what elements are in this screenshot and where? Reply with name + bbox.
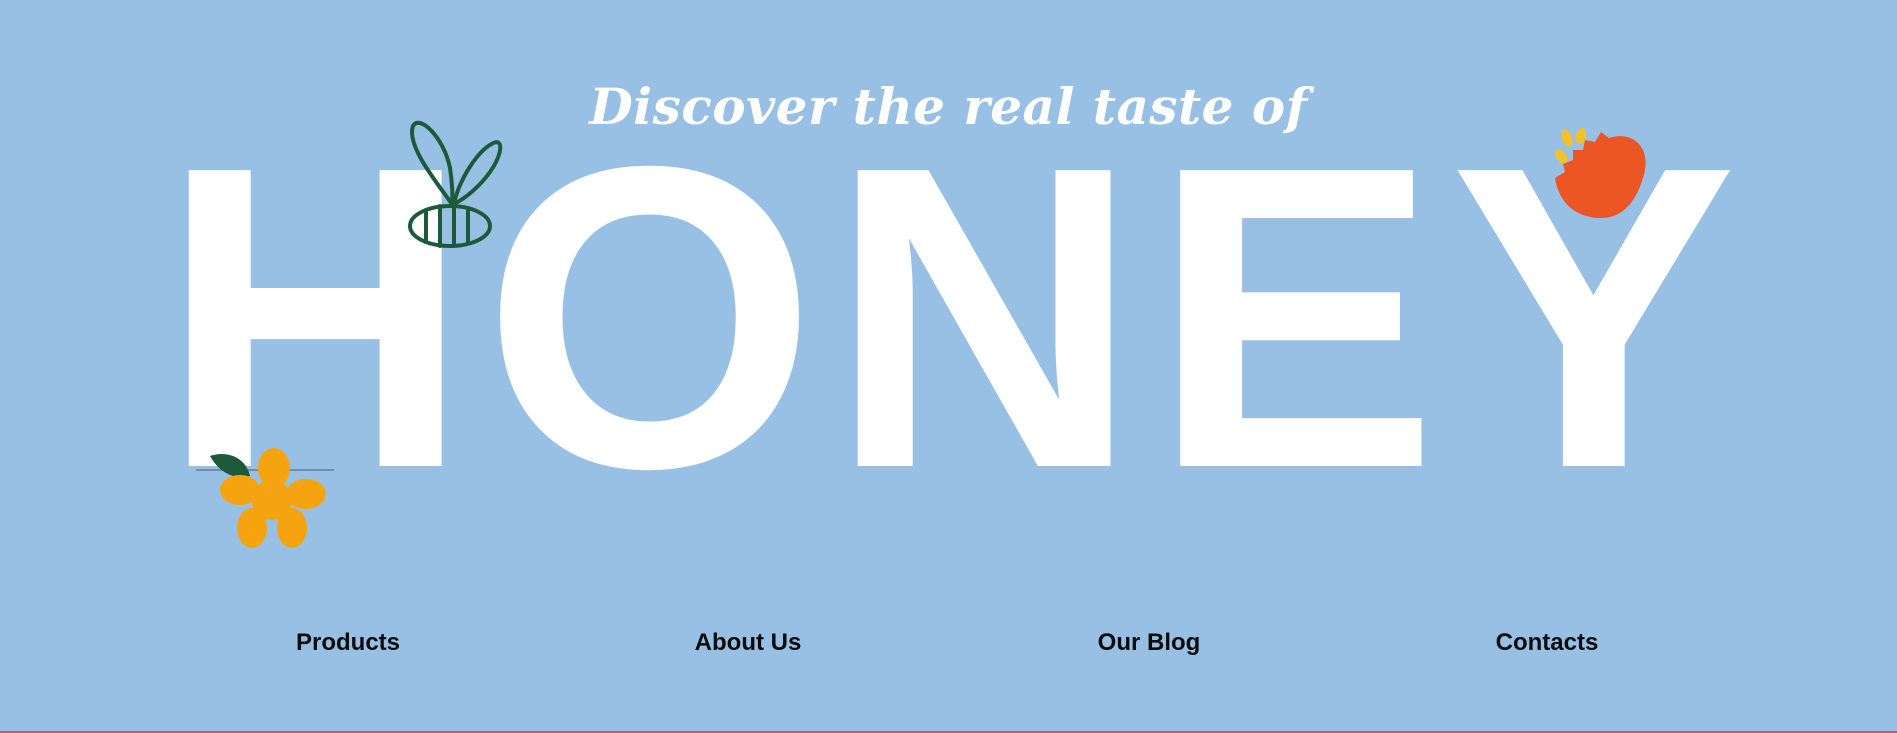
nav-link-about-us[interactable]: About Us [695,625,802,661]
hero-title: H O N E Y [160,78,1737,558]
nav-link-products[interactable]: Products [296,625,400,661]
hero-title-letter: N [828,78,1140,558]
nav-link-our-blog[interactable]: Our Blog [1098,625,1201,661]
bee-icon [408,121,503,248]
yellow-flower-icon [196,448,334,548]
hero-title-letter: E [1151,78,1439,558]
main-nav: Products About Us Our Blog Contacts [0,625,1897,661]
red-flower-icon [1554,128,1646,218]
nav-link-contacts[interactable]: Contacts [1496,625,1599,661]
hero-section: Discover the real taste of H O N E Y Pro… [0,0,1897,733]
hero-title-letter: O [482,78,817,558]
